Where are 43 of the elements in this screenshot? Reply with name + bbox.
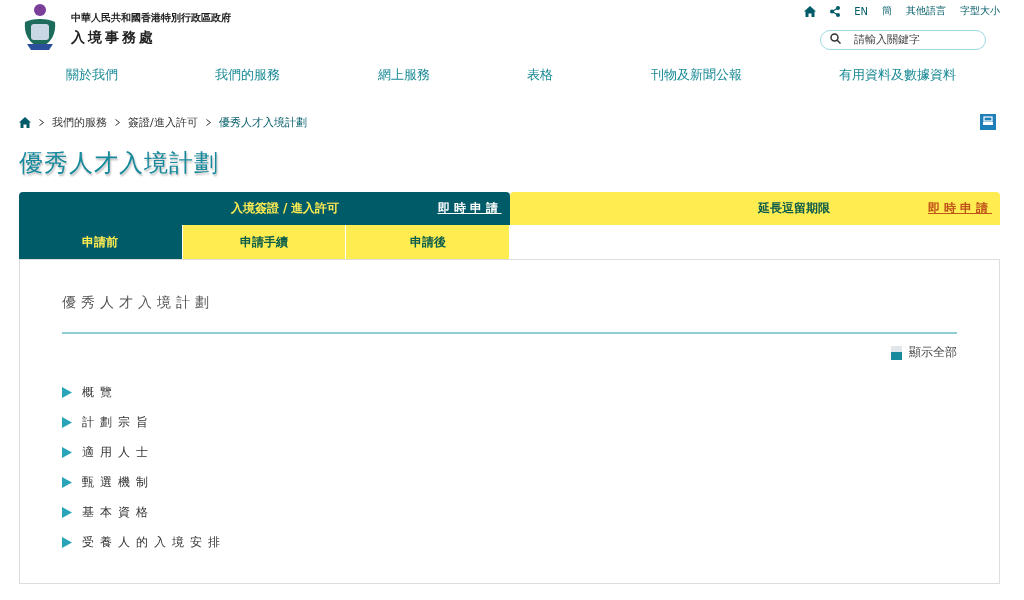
category-tab[interactable]: 延長逗留期限 即時申請 [509, 192, 1000, 225]
tab-label[interactable]: 入境簽證 / 進入許可 [230, 200, 340, 217]
tab-label[interactable]: 延長逗留期限 [758, 200, 830, 217]
utility-link[interactable]: 其他語言 [906, 4, 946, 18]
accordion-item[interactable]: 適用人士 [62, 443, 957, 461]
print-icon[interactable] [980, 114, 996, 130]
utility-link[interactable]: 簡 [882, 4, 892, 18]
breadcrumb-link[interactable]: 優秀人才入境計劃 [218, 114, 307, 130]
accordion-item[interactable]: 計劃宗旨 [62, 413, 957, 431]
nav-link[interactable]: 有用資料及數據資料 [838, 66, 956, 92]
utility-link[interactable]: EN [854, 5, 868, 17]
accordion-item[interactable]: 概覽 [62, 383, 957, 401]
search-field[interactable]: 請輸入關鍵字 [820, 29, 986, 50]
section-heading: 優秀人才入境計劃 [62, 294, 957, 334]
chevron-icon [39, 118, 44, 126]
apply-now-link[interactable]: 即時申請 [928, 200, 992, 217]
breadcrumb-link[interactable]: 我們的服務 [52, 114, 107, 130]
category-tab[interactable]: 入境簽證 / 進入許可 即時申請 [19, 192, 510, 225]
chevron-icon [205, 118, 211, 126]
utility-link[interactable]: 字型大小 [960, 4, 1000, 18]
step-tab[interactable]: 申請手續 [182, 225, 347, 259]
page-title: 優秀人才入境計劃 [19, 148, 220, 177]
nav-link[interactable]: 表格 [527, 66, 554, 92]
home-icon[interactable] [19, 116, 31, 128]
share-icon[interactable] [830, 5, 841, 17]
apply-now-link[interactable]: 即時申請 [437, 200, 502, 217]
step-tab[interactable]: 申請後 [346, 225, 510, 259]
nav-link[interactable]: 刊物及新聞公報 [650, 66, 742, 92]
department-name: 入境事務處 [71, 29, 157, 47]
accordion-item[interactable]: 受養人的入境安排 [62, 533, 957, 551]
show-all-link[interactable]: 顯示全部 [891, 344, 957, 361]
chevron-icon [115, 118, 120, 126]
government-name: 中華人民共和國香港特別行政區政府 [71, 11, 231, 25]
home-icon[interactable] [804, 5, 817, 17]
step-tab[interactable]: 申請前 [19, 225, 183, 259]
search-icon [830, 33, 841, 44]
nav-link[interactable]: 我們的服務 [215, 66, 281, 92]
breadcrumb-link[interactable]: 簽證/進入許可 [128, 114, 198, 130]
nav-link[interactable]: 網上服務 [377, 66, 430, 92]
nav-link[interactable]: 關於我們 [66, 66, 118, 92]
accordion-item[interactable]: 基本資格 [62, 503, 957, 521]
accordion-item[interactable]: 甄選機制 [62, 473, 957, 491]
expand-all-icon [891, 345, 902, 360]
